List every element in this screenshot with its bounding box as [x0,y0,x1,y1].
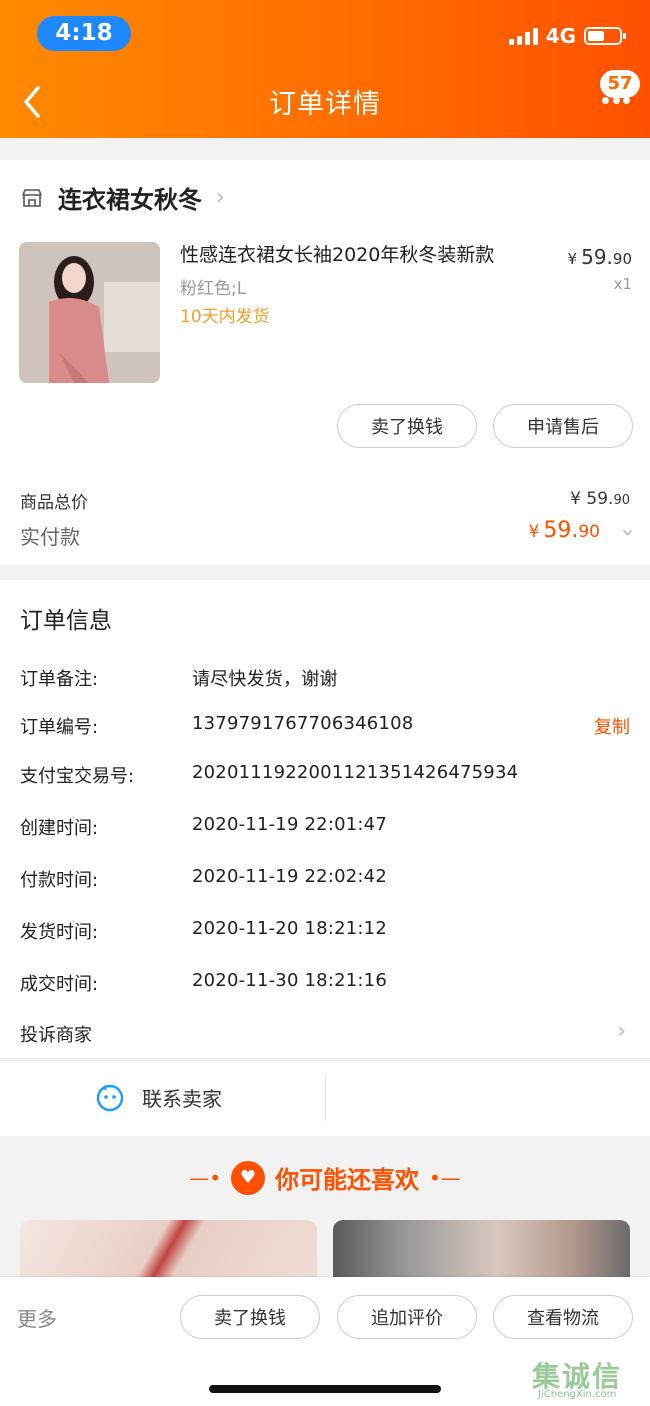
paid-int: 59. [543,518,579,543]
bottom-action-bar: 更多 卖了换钱 追加评价 查看物流 集诚信 JiChengXin.com [0,1277,650,1406]
header-bar: 4:18 4G 订单详情 57 [0,0,650,138]
contact-seller-button[interactable]: 联系卖家 [94,1081,222,1113]
recommend-title: 你可能还喜欢 [275,1166,419,1194]
status-time: 4:18 [37,16,131,51]
price-currency: ¥ [567,250,578,268]
copy-button[interactable]: 复制 [594,713,630,739]
chevron-down-icon[interactable]: › [615,528,640,537]
after-sale-button[interactable]: 申请售后 [493,404,633,448]
shop-name: 连衣裙女秋冬 [58,186,202,214]
product-image[interactable] [19,242,160,383]
paid-value: ¥59.90 [529,518,600,543]
product-quantity: x1 [613,275,632,293]
chevron-right-icon: › [216,185,225,210]
info-key: 创建时间: [20,818,99,839]
chat-face-icon [96,1084,124,1112]
more-icon[interactable] [602,97,630,107]
more-link[interactable]: 更多 [17,1303,57,1332]
info-key: 订单备注: [20,669,99,690]
info-key: 订单编号: [20,717,99,738]
paid-dec: 90 [578,522,600,542]
status-icons: 4G [508,24,626,48]
product-price: ¥59.90 [568,245,632,269]
info-value: 2020-11-20 18:21:12 [192,918,387,939]
total-dec: 90 [613,493,630,508]
watermark-logo: 集诚信 JiChengXin.com [532,1355,648,1403]
contact-bar: 联系卖家 [0,1060,650,1136]
info-value: 2020-11-19 22:01:47 [192,814,387,835]
page-title: 订单详情 [269,89,381,120]
info-value: 2020-11-30 18:21:16 [192,970,387,991]
product-title[interactable]: 性感连衣裙女长袖2020年秋冬装新款 [180,242,540,268]
decor-line-right: •— [429,1165,461,1190]
watermark-url: JiChengXin.com [538,1389,617,1400]
decor-line-left: —• [189,1165,221,1190]
info-key: 发货时间: [20,922,99,943]
price-dec: 90 [612,250,632,268]
sell-button[interactable]: 卖了换钱 [337,404,477,448]
heart-icon: ♥ [231,1160,265,1195]
price-int: 59. [581,245,613,269]
signal-icon [508,27,538,45]
recommend-header: —• ♥ 你可能还喜欢 •— [0,1160,650,1195]
product-sku: 粉红色;L [180,279,247,299]
add-review-button[interactable]: 追加评价 [337,1295,477,1339]
info-value: 2020-11-19 22:02:42 [192,866,387,887]
home-indicator[interactable] [209,1385,441,1393]
recommend-item-image[interactable] [333,1220,630,1280]
order-info-card: 订单信息 订单备注: 请尽快发货，谢谢 订单编号: 13797917677063… [0,580,650,1058]
info-key: 支付宝交易号: [20,766,135,787]
product-photo-graphic [19,242,160,383]
total-label: 商品总价 [20,493,88,513]
message-badge: 57 [600,70,640,98]
info-value: 1379791767706346108 [192,713,414,734]
total-currency: ¥ [570,489,581,509]
info-value: 请尽快发货，谢谢 [192,669,338,690]
sell-button-bottom[interactable]: 卖了换钱 [180,1295,320,1339]
contact-label: 联系卖家 [142,1086,222,1111]
info-key: 成交时间: [20,974,99,995]
divider [325,1075,326,1121]
order-card: 连衣裙女秋冬 › 性感连衣裙女长袖2020年秋冬装新款 粉红色;L 10天内发货… [0,160,650,565]
paid-label: 实付款 [20,525,80,549]
total-int: 59. [586,489,614,509]
paid-currency: ¥ [528,522,540,542]
complaint-link[interactable]: 投诉商家 [20,1021,92,1047]
product-shipping: 10天内发货 [180,307,270,327]
info-value: 2020111922001121351426475934 [192,762,519,783]
order-info-title: 订单信息 [20,608,112,634]
chevron-right-icon[interactable]: › [617,1019,626,1044]
battery-icon [584,27,626,45]
network-label: 4G [545,24,576,48]
info-key: 付款时间: [20,870,99,891]
shop-row[interactable]: 连衣裙女秋冬 › [20,180,225,215]
recommend-item-image[interactable] [20,1220,317,1280]
total-value: ¥ 59.90 [570,489,630,509]
view-logistics-button[interactable]: 查看物流 [493,1295,633,1339]
shop-icon [22,188,42,207]
